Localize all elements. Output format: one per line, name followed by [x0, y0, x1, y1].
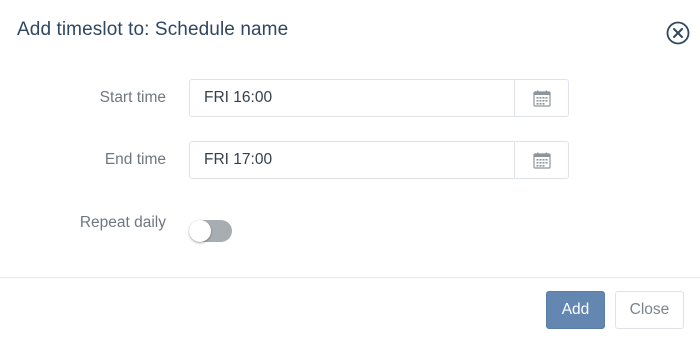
close-circle-icon: [666, 21, 690, 45]
close-button[interactable]: Close: [615, 291, 684, 329]
calendar-icon: [532, 90, 551, 107]
calendar-icon: [532, 152, 551, 169]
toggle-knob: [189, 220, 211, 242]
start-time-input[interactable]: [190, 80, 514, 116]
add-button[interactable]: Add: [546, 291, 605, 329]
start-time-calendar-button[interactable]: [514, 80, 568, 116]
start-time-group: [189, 79, 569, 117]
end-time-input[interactable]: [190, 142, 514, 178]
end-time-group: [189, 141, 569, 179]
dialog-title: Add timeslot to: Schedule name: [17, 19, 289, 40]
end-time-label: End time: [104, 151, 166, 168]
add-timeslot-dialog: Add timeslot to: Schedule name Start tim…: [0, 0, 700, 341]
repeat-daily-toggle[interactable]: [189, 220, 232, 242]
start-time-label: Start time: [99, 89, 166, 106]
repeat-daily-label: Repeat daily: [79, 214, 166, 231]
end-time-calendar-button[interactable]: [514, 142, 568, 178]
close-dialog-button[interactable]: [666, 21, 690, 45]
footer-divider: [0, 277, 700, 278]
